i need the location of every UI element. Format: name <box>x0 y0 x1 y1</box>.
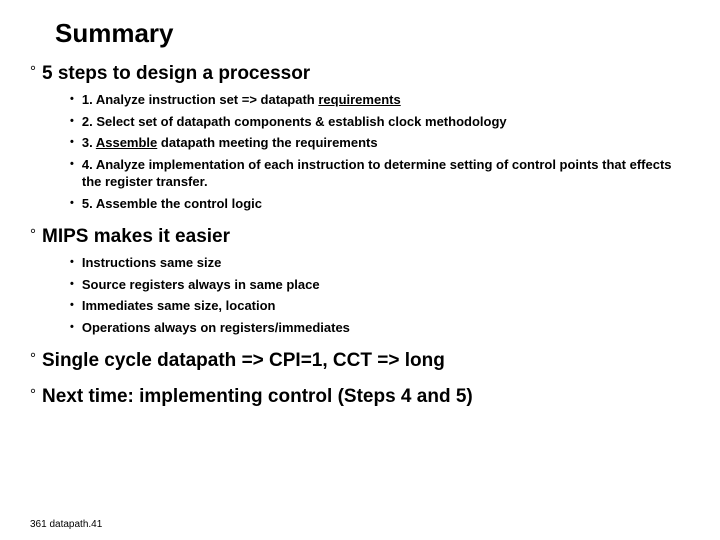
list-item-text: 5. Assemble the control logic <box>82 195 262 213</box>
degree-icon: ° <box>30 226 36 242</box>
list-item-text: 1. Analyze instruction set => datapath r… <box>82 91 401 109</box>
slide-footer: 361 datapath.41 <box>30 519 102 530</box>
list-item-text: 4. Analyze implementation of each instru… <box>82 156 690 191</box>
list-item-text: Immediates same size, location <box>82 297 276 315</box>
bullet-icon: • <box>70 319 74 336</box>
section-3-head: ° Single cycle datapath => CPI=1, CCT =>… <box>30 350 690 372</box>
degree-icon: ° <box>30 63 36 79</box>
list-item-text: 3. Assemble datapath meeting the require… <box>82 134 378 152</box>
list-item: • Operations always on registers/immedia… <box>70 319 690 337</box>
list-item-text: Source registers always in same place <box>82 276 320 294</box>
list-item: • 5. Assemble the control logic <box>70 195 690 213</box>
list-item-text: Operations always on registers/immediate… <box>82 319 350 337</box>
section-2-head: ° MIPS makes it easier <box>30 226 690 248</box>
degree-icon: ° <box>30 386 36 402</box>
section-3: ° Single cycle datapath => CPI=1, CCT =>… <box>30 350 690 372</box>
bullet-icon: • <box>70 156 74 173</box>
bullet-icon: • <box>70 113 74 130</box>
list-item-text: Instructions same size <box>82 254 221 272</box>
section-4-head: ° Next time: implementing control (Steps… <box>30 386 690 408</box>
bullet-icon: • <box>70 91 74 108</box>
list-item: • 4. Analyze implementation of each inst… <box>70 156 690 191</box>
bullet-icon: • <box>70 254 74 271</box>
list-item: • 2. Select set of datapath components &… <box>70 113 690 131</box>
list-item: • 3. Assemble datapath meeting the requi… <box>70 134 690 152</box>
list-item: • 1. Analyze instruction set => datapath… <box>70 91 690 109</box>
bullet-icon: • <box>70 134 74 151</box>
section-1-list: • 1. Analyze instruction set => datapath… <box>70 91 690 212</box>
section-2-text: MIPS makes it easier <box>42 226 230 248</box>
bullet-icon: • <box>70 276 74 293</box>
section-1-head: ° 5 steps to design a processor <box>30 63 690 85</box>
list-item: • Source registers always in same place <box>70 276 690 294</box>
list-item: • Instructions same size <box>70 254 690 272</box>
bullet-icon: • <box>70 297 74 314</box>
section-4: ° Next time: implementing control (Steps… <box>30 386 690 408</box>
section-1-text: 5 steps to design a processor <box>42 63 310 85</box>
section-4-text: Next time: implementing control (Steps 4… <box>42 386 473 408</box>
list-item: • Immediates same size, location <box>70 297 690 315</box>
section-1: ° 5 steps to design a processor • 1. Ana… <box>30 63 690 212</box>
list-item-text: 2. Select set of datapath components & e… <box>82 113 507 131</box>
section-3-text: Single cycle datapath => CPI=1, CCT => l… <box>42 350 445 372</box>
bullet-icon: • <box>70 195 74 212</box>
degree-icon: ° <box>30 350 36 366</box>
section-2: ° MIPS makes it easier • Instructions sa… <box>30 226 690 336</box>
slide-title: Summary <box>55 18 690 49</box>
section-2-list: • Instructions same size • Source regist… <box>70 254 690 336</box>
